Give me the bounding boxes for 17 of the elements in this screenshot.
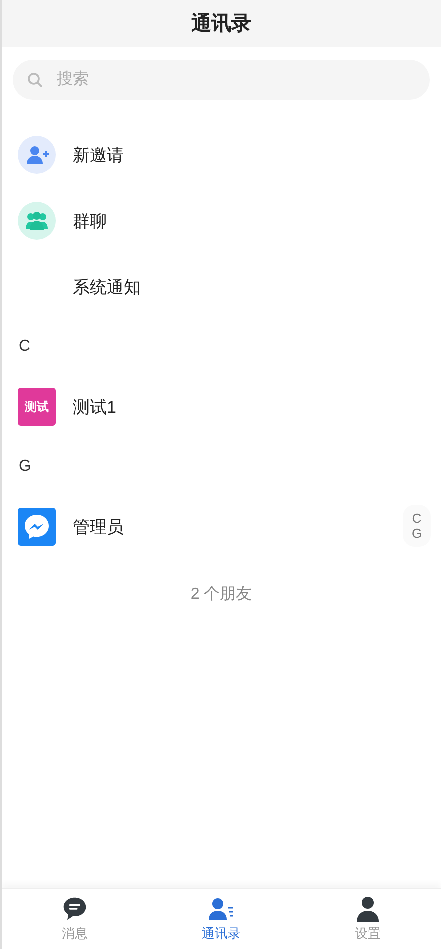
section-letter: C (18, 337, 32, 357)
entry-label[interactable]: 系统通知 (73, 276, 141, 298)
group-icon (18, 202, 56, 240)
contact-name[interactable]: 管理员 (73, 516, 124, 538)
index-bar[interactable]: C G (403, 505, 431, 547)
page-title: 通讯录 (192, 12, 252, 37)
contacts-icon (207, 896, 236, 922)
contact-name[interactable]: 测试1 (73, 396, 116, 418)
friend-count: 2 个朋友 (190, 585, 254, 605)
add-user-icon (18, 136, 56, 174)
entry-label[interactable]: 群聊 (73, 210, 107, 232)
section-letter: G (18, 457, 32, 477)
search-field[interactable]: 搜索 (13, 60, 430, 100)
tab-item[interactable]: 通讯录 (148, 889, 295, 949)
entry-label[interactable]: 新邀请 (73, 144, 124, 166)
chat-bubble-icon (18, 508, 56, 546)
contact-avatar: 测试 (18, 388, 56, 426)
